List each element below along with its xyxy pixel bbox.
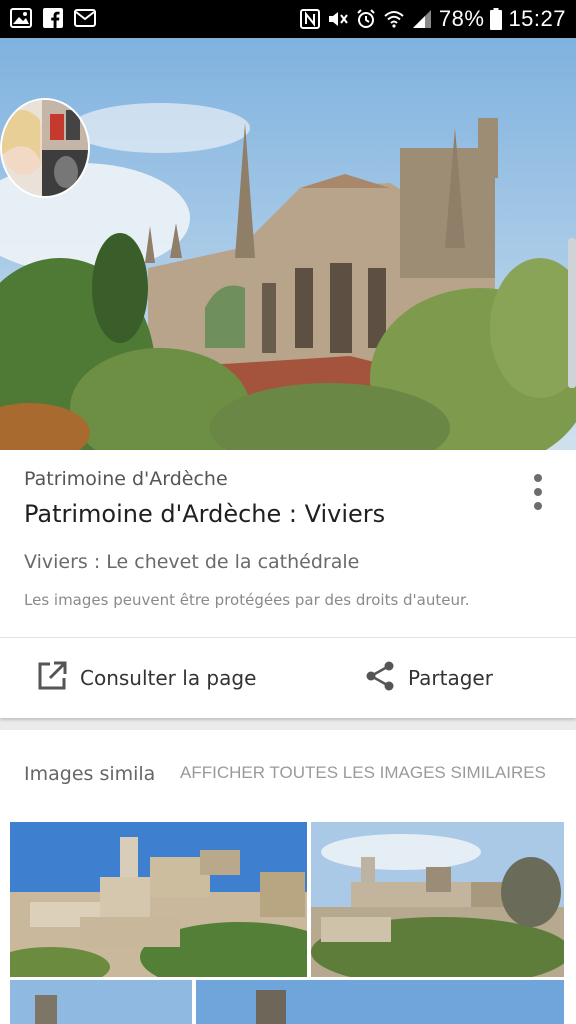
similar-image-thumbnail[interactable] (10, 980, 192, 1024)
battery-icon (490, 8, 503, 30)
open-in-new-icon (36, 660, 68, 697)
avatar[interactable] (0, 98, 90, 198)
gallery-icon (10, 7, 32, 29)
clock: 15:27 (508, 6, 566, 31)
wifi-icon (383, 8, 405, 30)
source-name[interactable]: Patrimoine d'Ardèche (24, 468, 228, 490)
share-label: Partager (408, 666, 493, 690)
share-icon (364, 660, 396, 697)
image-description: Viviers : Le chevet de la cathédrale (24, 551, 360, 573)
result-card: Patrimoine d'Ardèche Patrimoine d'Ardèch… (0, 450, 576, 718)
divider (0, 637, 576, 638)
status-bar: 78% 15:27 (0, 0, 576, 38)
mail-icon (74, 7, 96, 29)
page-title[interactable]: Patrimoine d'Ardèche : Viviers (24, 500, 385, 528)
nfc-icon (299, 8, 321, 30)
similar-image-thumbnail[interactable] (196, 980, 564, 1024)
view-all-similar-link[interactable]: AFFICHER TOUTES LES IMAGES SIMILAIRES (180, 763, 546, 783)
share-button[interactable]: Partager (364, 658, 493, 698)
visit-page-button[interactable]: Consulter la page (36, 658, 256, 698)
cathedral-photo (0, 38, 576, 450)
system-icons: 78% 15:27 (299, 6, 566, 32)
facebook-icon (42, 7, 64, 29)
notification-icons (10, 7, 96, 29)
visit-page-label: Consulter la page (80, 666, 257, 690)
similar-image-thumbnail[interactable] (10, 822, 307, 977)
similar-images-section: Images simila AFFICHER TOUTES LES IMAGES… (0, 730, 576, 1024)
mute-icon (327, 8, 349, 30)
battery-percent: 78% (438, 6, 485, 31)
more-options-icon[interactable] (528, 474, 548, 510)
signal-icon (411, 8, 433, 30)
similar-image-thumbnail[interactable] (311, 822, 564, 977)
alarm-icon (355, 8, 377, 30)
result-image[interactable] (0, 38, 576, 450)
similar-images-heading: Images simila (24, 763, 156, 785)
copyright-notice: Les images peuvent être protégées par de… (24, 591, 470, 609)
